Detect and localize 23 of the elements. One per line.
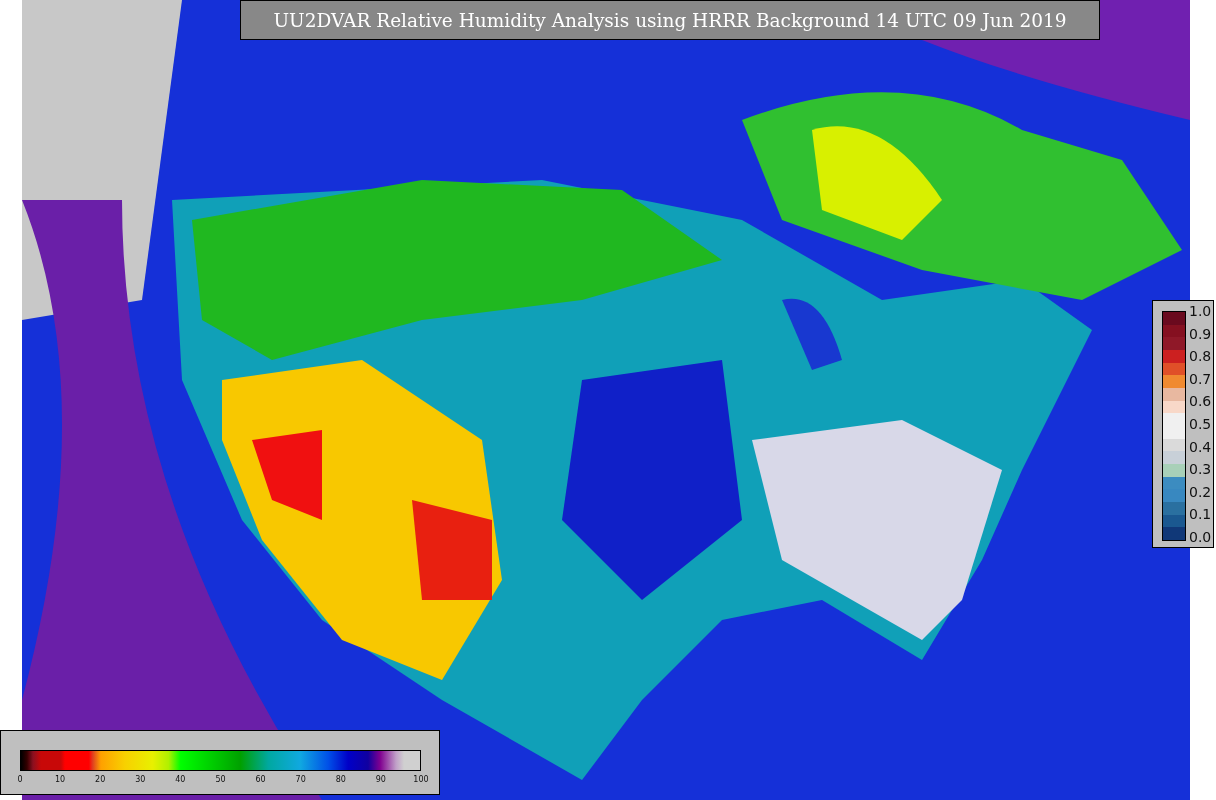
tick-label: 1.0 [1189,303,1212,319]
tick-label: 0.1 [1189,506,1212,523]
tick-label: 0.9 [1189,325,1212,342]
tick-label: 100 [412,775,430,784]
tick-label: 0.6 [1189,393,1212,410]
tick-label: 20 [94,775,107,784]
tick-label: 90 [374,775,387,784]
tick-label: 60 [254,775,267,784]
tick-label: 0.3 [1189,461,1212,478]
tick-label: 0.8 [1189,348,1212,365]
tick-label: 50 [214,775,227,784]
map-title: UU2DVAR Relative Humidity Analysis using HRRR Background 14 UTC 09 Jun 2019 [240,0,1100,40]
tick-label: 30 [134,775,147,784]
tick-label: 10 [54,775,67,784]
tick-label: 0.0 [1189,528,1212,545]
tick-label: 0.2 [1189,483,1212,500]
tick-label: 0.4 [1189,438,1212,455]
tick-label: 40 [174,775,187,784]
tick-label: 0 [16,775,24,784]
tick-label: 0.7 [1189,370,1212,387]
tick-label: 0.5 [1189,415,1212,432]
tick-label: 80 [334,775,347,784]
tick-label: 70 [294,775,307,784]
